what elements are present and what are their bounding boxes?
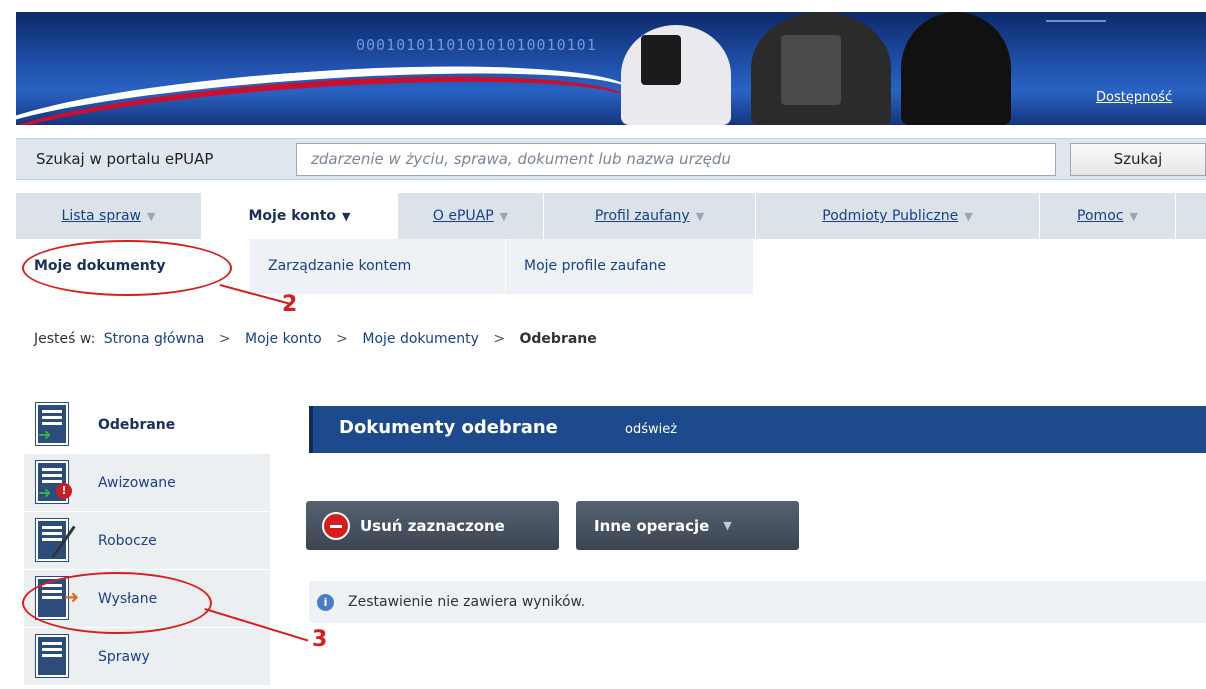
chevron-down-icon: ▼ — [1129, 210, 1138, 223]
banner-laptop — [781, 35, 841, 105]
sidebar-link-robocze[interactable]: Robocze — [98, 533, 157, 549]
tab-label[interactable]: Podmioty Publiczne — [822, 208, 958, 224]
sidebar-item-odebrane[interactable]: ➜ Odebrane — [24, 396, 270, 454]
chevron-down-icon: ▼ — [342, 210, 351, 223]
panel-title: Dokumenty odebrane — [339, 417, 558, 438]
page: 000101011010101010010101 Dostępność Szuk… — [0, 0, 1206, 689]
delete-selected-button[interactable]: Usuń zaznaczone — [306, 501, 559, 550]
annotation-ellipse-2 — [22, 240, 232, 296]
other-operations-button[interactable]: Inne operacje ▼ — [576, 501, 799, 550]
info-message: i Zestawienie nie zawiera wyników. — [309, 581, 1206, 623]
breadcrumb-prefix: Jesteś w: — [34, 331, 96, 347]
info-text: Zestawienie nie zawiera wyników. — [348, 594, 586, 610]
sidebar-item-sprawy[interactable]: Sprawy — [24, 628, 270, 686]
tab-moje-konto[interactable]: Moje konto ▼ — [202, 193, 398, 239]
search-label: Szukaj w portalu ePUAP — [36, 150, 214, 168]
subtab-moje-profile-zaufane[interactable]: Moje profile zaufane — [506, 239, 754, 294]
banner-binary-text: 000101011010101010010101 — [356, 36, 597, 54]
refresh-link[interactable]: odśwież — [625, 422, 677, 437]
inbox-document-icon: ➜ — [34, 399, 80, 451]
sidebar-item-awizowane[interactable]: ➜! Awizowane — [24, 454, 270, 512]
annotation-number-2: 2 — [282, 292, 298, 317]
cases-document-icon — [34, 631, 80, 683]
tab-label[interactable]: Lista spraw — [62, 208, 141, 224]
tab-label[interactable]: Pomoc — [1077, 208, 1123, 224]
tab-pomoc[interactable]: Pomoc ▼ — [1040, 193, 1176, 239]
tab-podmioty-publiczne[interactable]: Podmioty Publiczne ▼ — [756, 193, 1040, 239]
subtab-label[interactable]: Zarządzanie kontem — [268, 258, 411, 274]
subtab-label[interactable]: Moje profile zaufane — [524, 258, 666, 274]
chevron-down-icon: ▼ — [695, 210, 705, 223]
sidebar-item-label: Odebrane — [98, 416, 176, 433]
main-nav: Lista spraw ▼ Moje konto ▼ O ePUAP ▼ Profil… — [16, 193, 1206, 239]
remove-icon — [322, 511, 350, 540]
subtab-zarzadzanie-kontem[interactable]: Zarządzanie kontem — [250, 239, 506, 294]
chevron-down-icon: ▼ — [964, 210, 973, 223]
breadcrumb: Jesteś w: Strona główna > Moje konto > M… — [34, 331, 597, 347]
accessibility-link[interactable]: Dostępność — [1096, 90, 1172, 105]
banner-folder — [641, 35, 681, 85]
breadcrumb-link-moje-dokumenty[interactable]: Moje dokumenty — [362, 331, 479, 347]
banner-person-3 — [901, 12, 1011, 125]
tab-profil-zaufany[interactable]: Profil zaufany ▼ — [544, 193, 756, 239]
other-operations-label: Inne operacje — [594, 516, 710, 535]
sidebar: ➜ Odebrane ➜! Awizowane Robocze ➜ Wysłan… — [24, 396, 270, 689]
tab-label: Moje konto — [248, 208, 337, 224]
tab-label[interactable]: Profil zaufany — [595, 208, 690, 224]
breadcrumb-link-home[interactable]: Strona główna — [104, 331, 205, 347]
header-banner: 000101011010101010010101 Dostępność — [16, 12, 1206, 125]
tab-lista-spraw[interactable]: Lista spraw ▼ — [16, 193, 202, 239]
breadcrumb-separator: > — [218, 331, 231, 347]
breadcrumb-separator: > — [336, 331, 348, 347]
search-bar: Szukaj w portalu ePUAP zdarzenie w życiu… — [16, 138, 1206, 180]
info-icon: i — [317, 593, 334, 611]
annotation-ellipse-3 — [22, 572, 212, 634]
banner-people-image — [601, 12, 1021, 125]
tab-o-epuap[interactable]: O ePUAP ▼ — [398, 193, 544, 239]
search-button[interactable]: Szukaj — [1070, 143, 1206, 176]
breadcrumb-separator: > — [493, 331, 506, 347]
chevron-down-icon: ▼ — [499, 210, 509, 223]
delete-selected-label: Usuń zaznaczone — [360, 516, 505, 535]
sidebar-item-robocze[interactable]: Robocze — [24, 512, 270, 570]
search-input[interactable]: zdarzenie w życiu, sprawa, dokument lub … — [296, 143, 1056, 176]
panel-header: Dokumenty odebrane odśwież — [309, 406, 1206, 453]
notified-document-icon: ➜! — [34, 457, 80, 509]
chevron-down-icon: ▼ — [723, 519, 732, 532]
chevron-down-icon: ▼ — [147, 210, 156, 223]
sidebar-link-sprawy[interactable]: Sprawy — [98, 649, 150, 665]
banner-top-link-line — [1046, 12, 1106, 22]
breadcrumb-current: Odebrane — [519, 331, 597, 347]
sidebar-item-label: Robocze — [98, 533, 157, 549]
draft-document-icon — [34, 515, 80, 567]
sidebar-item-label: Awizowane — [98, 475, 176, 491]
annotation-number-3: 3 — [312, 627, 328, 652]
tab-label[interactable]: O ePUAP — [433, 208, 494, 224]
sidebar-link-awizowane[interactable]: Awizowane — [98, 475, 176, 491]
breadcrumb-link-moje-konto[interactable]: Moje konto — [245, 331, 322, 347]
sidebar-item-label: Sprawy — [98, 649, 150, 665]
